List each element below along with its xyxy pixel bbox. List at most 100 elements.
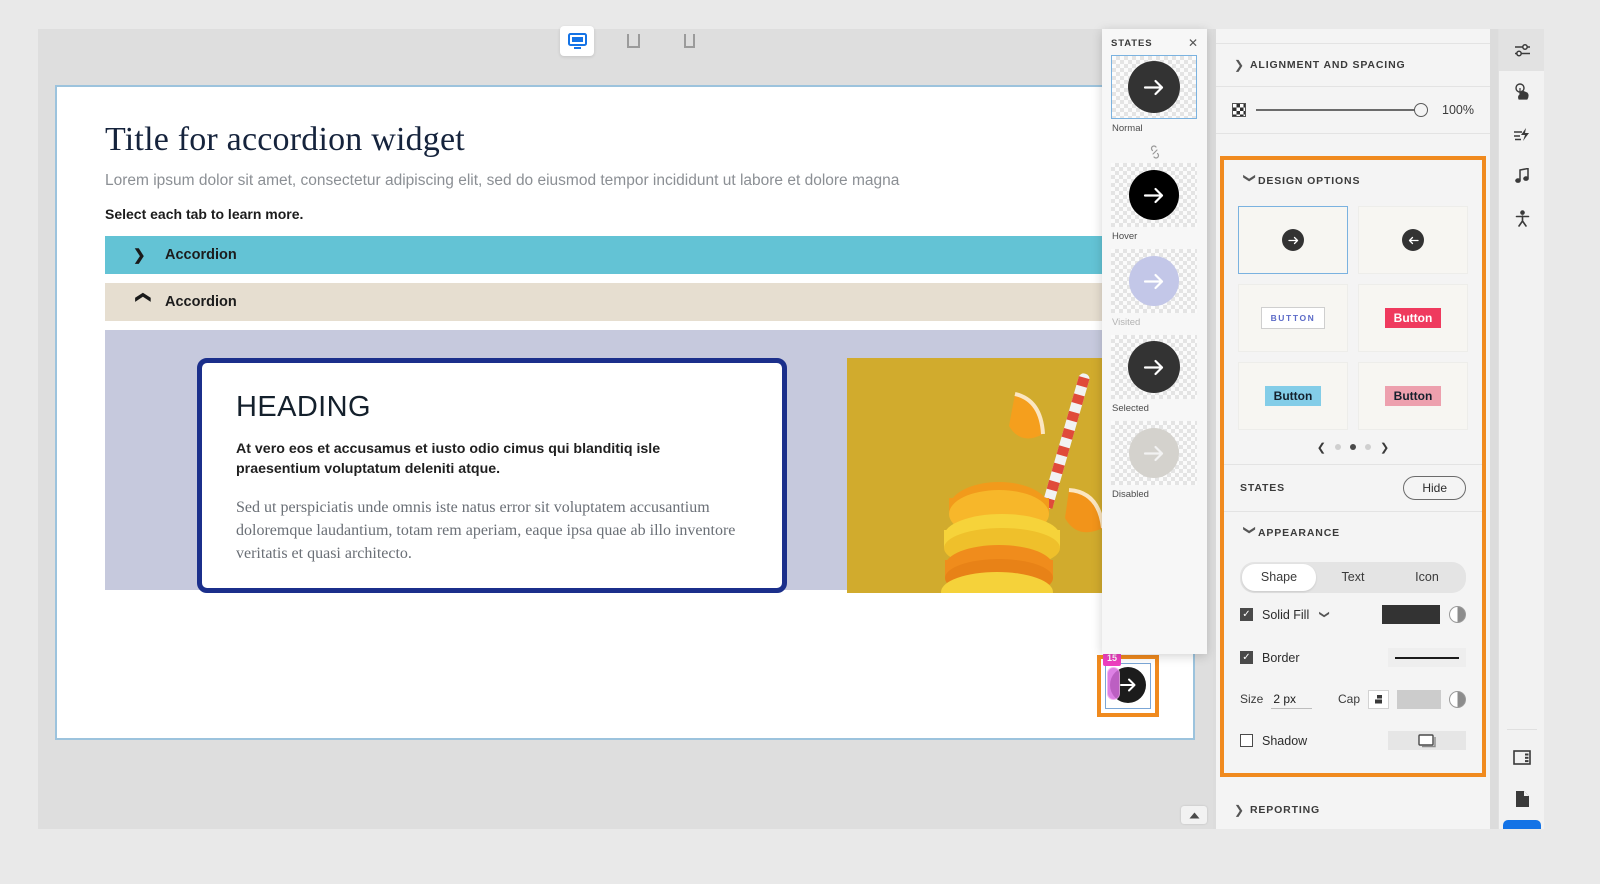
design-option-arrow-right[interactable] <box>1238 206 1348 274</box>
size-label: Size <box>1240 692 1264 706</box>
design-option-arrow-left[interactable] <box>1358 206 1468 274</box>
arrow-right-icon <box>1119 678 1135 692</box>
pager-dot-2[interactable] <box>1350 444 1356 450</box>
state-label-normal: Normal <box>1112 123 1143 134</box>
accessibility-person-icon[interactable] <box>1499 197 1545 239</box>
design-option-blue-button[interactable]: Button <box>1238 362 1348 430</box>
arrow-right-icon <box>1143 445 1164 461</box>
sliders-glyph <box>1514 43 1530 56</box>
collapse-panel-button[interactable] <box>1181 806 1207 824</box>
tab-text[interactable]: Text <box>1316 564 1390 591</box>
design-option-pink-button[interactable]: Button <box>1358 284 1468 352</box>
tablet-preview-button[interactable] <box>616 26 650 56</box>
outline-button-preview: BUTTON <box>1260 307 1326 329</box>
arrow-right-icon <box>1143 79 1164 95</box>
shadow-checkbox[interactable] <box>1240 734 1253 747</box>
page-document-icon[interactable] <box>1499 778 1545 820</box>
design-options-header[interactable]: ❯ DESIGN OPTIONS <box>1224 160 1482 202</box>
properties-sliders-icon[interactable] <box>1499 29 1545 71</box>
panel-top-spacer <box>1216 29 1490 44</box>
close-icon[interactable]: ✕ <box>1188 37 1198 49</box>
blue-button-preview: Button <box>1264 386 1322 406</box>
border-color-swatch[interactable] <box>1397 689 1441 709</box>
arrow-right-circle <box>1128 61 1180 113</box>
opacity-row: 100% <box>1216 87 1490 133</box>
border-style-preview[interactable] <box>1388 648 1466 667</box>
design-option-outline-button[interactable]: BUTTON <box>1238 284 1348 352</box>
state-item-visited[interactable]: Visited <box>1102 249 1207 328</box>
state-item-disabled[interactable]: Disabled <box>1102 421 1207 500</box>
content-card[interactable]: HEADING At vero eos et accusamus et iust… <box>197 357 787 593</box>
arrow-right-icon <box>1287 236 1298 244</box>
arrow-left-icon <box>1408 236 1419 244</box>
rail-divider <box>1507 729 1537 730</box>
size-input[interactable]: 2 px <box>1271 690 1313 709</box>
animation-bolt-icon[interactable] <box>1499 113 1545 155</box>
solid-fill-label: Solid Fill <box>1262 607 1310 622</box>
tab-shape[interactable]: Shape <box>1242 564 1316 591</box>
state-item-selected[interactable]: Selected <box>1102 335 1207 414</box>
right-edge-background <box>1544 29 1600 829</box>
chevron-down-icon[interactable]: ❯ <box>1319 610 1330 618</box>
reporting-section[interactable]: ❯ REPORTING <box>1216 790 1490 829</box>
accordion-label-2: Accordion <box>165 293 237 310</box>
states-panel-header: STATES ✕ <box>1102 29 1207 55</box>
tab-icon[interactable]: Icon <box>1390 564 1464 591</box>
remote-cursor-pointer <box>1107 667 1120 700</box>
appearance-header[interactable]: ❯ APPEARANCE <box>1224 512 1482 554</box>
person-glyph <box>1515 209 1529 227</box>
solid-fill-swatch[interactable] <box>1382 605 1440 624</box>
reporting-header[interactable]: ❯ REPORTING <box>1216 790 1490 829</box>
accordion-panel-content: HEADING At vero eos et accusamus et iust… <box>105 329 1193 593</box>
state-item-hover[interactable]: Hover <box>1102 163 1207 242</box>
states-row: STATES Hide <box>1224 464 1482 511</box>
page-content: Title for accordion widget Lorem ipsum d… <box>57 87 1193 593</box>
solid-fill-row: Solid Fill ❯ <box>1224 593 1482 636</box>
arrow-right-icon <box>1143 273 1164 289</box>
slider-knob[interactable] <box>1414 103 1428 117</box>
mobile-preview-button[interactable] <box>672 26 706 56</box>
pager-dot-1[interactable] <box>1335 444 1341 450</box>
state-thumb-normal <box>1111 55 1197 119</box>
cursor-count-badge: 15 <box>1103 653 1122 666</box>
chevron-left-icon[interactable]: ❮ <box>1317 441 1326 454</box>
opacity-control-row: 100% <box>1216 87 1490 134</box>
solid-fill-checkbox[interactable] <box>1240 608 1253 621</box>
alignment-section-title: ALIGNMENT AND SPACING <box>1250 59 1406 71</box>
chevron-right-icon[interactable]: ❯ <box>1380 441 1389 454</box>
opacity-half-icon[interactable] <box>1449 606 1466 623</box>
opacity-slider[interactable] <box>1256 102 1428 118</box>
accordion-row-2[interactable]: ❮ Accordion <box>105 282 1147 321</box>
opacity-half-icon[interactable] <box>1449 690 1466 708</box>
opacity-value: 100% <box>1442 103 1474 117</box>
shadow-preview[interactable] <box>1388 731 1466 750</box>
hide-states-button[interactable]: Hide <box>1403 476 1466 500</box>
border-checkbox[interactable] <box>1240 651 1253 664</box>
accordion-row-1[interactable]: ❯ Accordion <box>105 235 1147 274</box>
line-cap-icon[interactable] <box>1368 689 1389 709</box>
pager-dot-3[interactable] <box>1365 444 1371 450</box>
window-glyph <box>1513 749 1531 765</box>
arrow-right-icon <box>1143 187 1164 203</box>
appearance-title: APPEARANCE <box>1258 527 1341 539</box>
design-options-title: DESIGN OPTIONS <box>1258 175 1361 187</box>
alignment-section-header[interactable]: ❯ ALIGNMENT AND SPACING <box>1216 44 1490 86</box>
link-glyph <box>1150 145 1159 159</box>
design-option-rose-button[interactable]: Button <box>1358 362 1468 430</box>
publish-button[interactable] <box>1503 820 1541 829</box>
card-body-text: Sed ut perspiciatis unde omnis iste natu… <box>236 499 736 562</box>
page-subtitle: Lorem ipsum dolor sit amet, consectetur … <box>105 172 900 189</box>
layout-window-icon[interactable] <box>1499 736 1545 778</box>
hand-pointer-glyph <box>1514 83 1529 100</box>
chevron-down-icon: ❯ <box>1243 525 1257 536</box>
desktop-preview-button[interactable] <box>560 26 594 56</box>
border-line-icon <box>1395 656 1459 659</box>
audio-note-icon[interactable] <box>1499 155 1545 197</box>
state-thumb-hover <box>1111 163 1197 227</box>
link-icon[interactable] <box>1102 141 1207 163</box>
arrow-right-icon <box>1143 359 1164 375</box>
app-root: Title for accordion widget Lorem ipsum d… <box>0 0 1600 884</box>
state-item-normal[interactable]: Normal <box>1102 55 1207 134</box>
interactions-hand-icon[interactable] <box>1499 71 1545 113</box>
alignment-and-spacing-section[interactable]: ❯ ALIGNMENT AND SPACING <box>1216 44 1490 87</box>
